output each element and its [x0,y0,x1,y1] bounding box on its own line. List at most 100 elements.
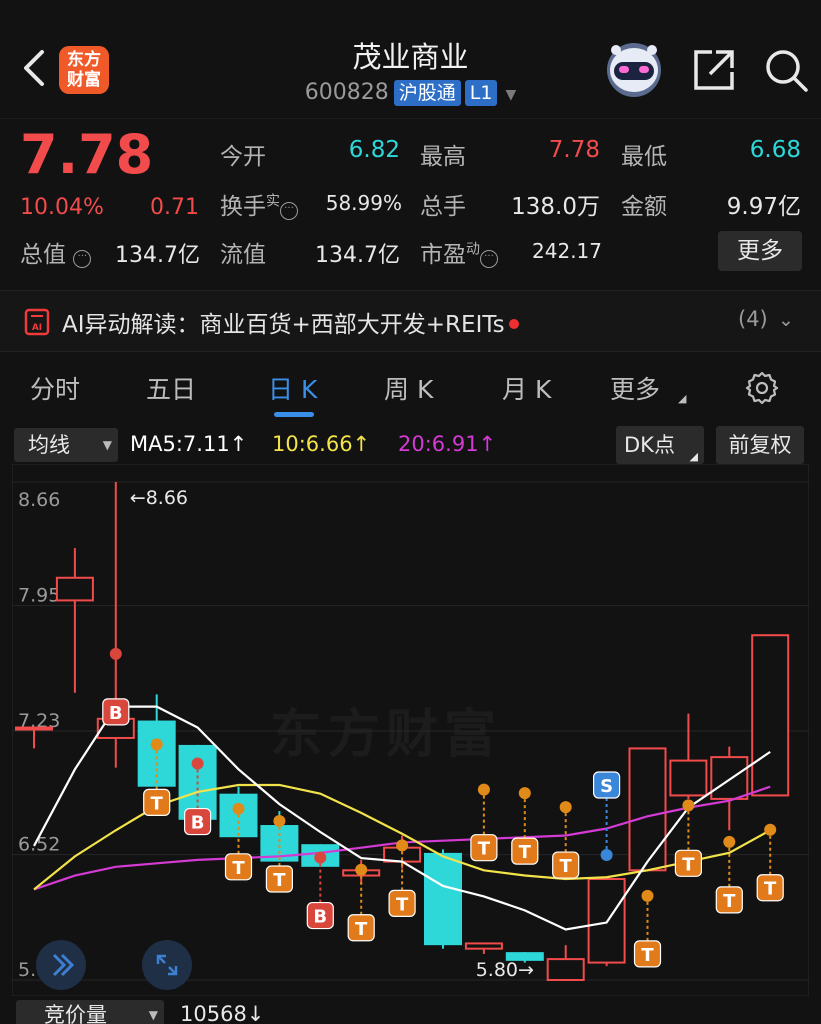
level-badge: L1 [464,80,498,106]
signal-label: B [313,907,327,928]
connect-badge: 沪股通 [393,80,461,106]
active-tab-indicator [274,412,314,417]
open-value: 6.82 [348,137,400,163]
signal-dot [764,823,777,836]
market-cap-value: 134.7亿 [115,243,200,268]
stock-code: 600828 [304,80,389,105]
ai-insight-text[interactable]: AI异动解读：商业百货+西部大开发+REITs [62,305,519,339]
robot-assistant-icon[interactable] [604,40,664,98]
turnover-label[interactable]: 换手实 ··· [220,187,298,221]
low-label: 最低 [621,144,667,170]
signal-label: B [191,813,205,834]
signal-label: T [396,894,409,915]
adjust-price-button[interactable]: 前复权 [716,426,804,464]
triangle-down-icon: ▼ [148,1008,158,1022]
pe-label[interactable]: 市盈动 ··· [420,235,498,269]
signal-label: T [560,856,573,877]
ma-indicator-row: 均线 ▼ MA5:7.11↑ 10:6.66↑ 20:6.91↑ DK点 ◢ 前复权 [0,424,821,468]
triangle-icon: ◢ [689,450,698,463]
volume-indicator-select[interactable]: 竞价量 ▼ [16,1000,164,1024]
indicator-select[interactable]: 均线 ▼ [14,428,118,462]
high-label: 最高 [420,144,466,170]
unread-dot [508,319,519,329]
ma20-value: 20:6.91↑ [398,432,497,456]
signal-dot [355,863,368,876]
chevron-down-icon[interactable]: ▼ [505,87,516,103]
tab-daily-k[interactable]: 日 K [268,370,317,406]
tab-five-day[interactable]: 五日 [146,370,196,406]
gear-icon[interactable] [744,370,780,406]
expand-arrows-icon [156,954,178,976]
dk-point-button[interactable]: DK点 ◢ [616,426,704,464]
header: 东方 财富 茂业商业 600828 沪股通 L1 ▼ [0,0,821,118]
volume-value: 10568↓ [180,1002,265,1024]
candle-body [15,726,53,731]
kline-chart[interactable]: 8.667.957.236.525.80BTBTTBTTTTTSTTTT←8.6… [12,464,809,996]
signal-label: T [682,854,695,875]
candle-body [424,852,462,946]
volume-row: 竞价量 ▼ 10568↓ [0,996,821,1024]
signal-label: T [232,858,245,879]
share-icon[interactable] [690,46,738,94]
info-icon[interactable]: ··· [73,250,92,268]
ai-icon-text: AI [32,323,42,333]
market-cap-label[interactable]: 总值 ··· [20,235,92,269]
signal-dot [682,799,695,812]
float-cap-value: 134.7亿 [315,243,400,268]
ma10-value: 10:6.66↑ [272,432,371,456]
candle-body [751,634,790,797]
signal-dot [191,757,204,770]
y-tick-label: 7.95 [18,585,60,607]
search-icon[interactable] [762,46,810,94]
candle-body [710,756,749,800]
signal-dot [723,835,736,848]
signal-label: T [478,839,491,860]
tab-intraday[interactable]: 分时 [30,370,80,406]
pe-value: 242.17 [532,239,602,263]
signal-label: T [519,842,532,863]
signal-dot [600,848,613,861]
chart-period-tabs: 分时 五日 日 K 周 K 月 K 更多 ◢ [0,354,821,422]
open-label: 今开 [220,144,266,170]
quote-panel: 7.78 10.04% 0.71 今开 6.82 最高 7.78 最低 6.68… [0,118,821,288]
signal-dot [396,839,409,852]
expand-left-button[interactable] [36,940,86,990]
ai-insight-count: (4) [738,307,768,331]
signal-dot [150,738,163,751]
low-value: 6.68 [749,137,801,163]
high-value: 7.78 [548,137,600,163]
signal-label: T [273,870,286,891]
tab-weekly-k[interactable]: 周 K [384,370,433,406]
info-icon[interactable]: ··· [480,250,498,268]
float-cap-label: 流值 [220,242,266,268]
ai-doc-icon: AI [24,308,50,336]
volume-value: 138.0万 [511,194,600,220]
signal-label: T [355,919,368,940]
signal-label: T [764,879,777,900]
triangle-icon: ◢ [678,392,687,405]
signal-label: S [600,776,613,797]
signal-dot [314,851,327,864]
amount-label: 金额 [621,194,667,220]
signal-label: T [641,945,654,966]
candle-body [464,942,503,950]
info-icon[interactable]: ··· [280,202,298,220]
signal-dot [641,889,654,902]
chevron-down-icon[interactable]: ⌄ [778,309,794,331]
fullscreen-button[interactable] [142,940,192,990]
signal-dot [559,801,572,814]
candle-body [628,747,667,872]
more-button[interactable]: 更多 [718,231,802,271]
volume-label: 总手 [420,194,466,220]
candle-body [546,958,585,981]
y-tick-label: 8.66 [18,489,60,511]
signal-dot [109,647,122,660]
tab-more[interactable]: 更多 [610,370,660,406]
change-percent: 10.04% [20,195,104,220]
candle-body [669,759,708,797]
ai-insight-row[interactable]: AI AI异动解读：商业百货+西部大开发+REITs (4) ⌄ [0,290,821,352]
tab-monthly-k[interactable]: 月 K [502,370,551,406]
turnover-value: 58.99% [325,191,402,215]
amount-value: 9.97亿 [726,194,801,220]
low-price-marker: 5.80→ [476,959,534,981]
